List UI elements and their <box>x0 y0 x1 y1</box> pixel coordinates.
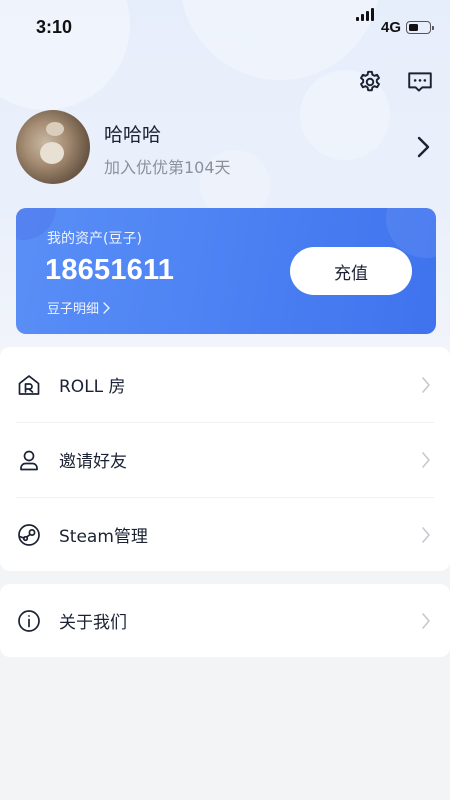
message-button[interactable] <box>403 65 437 99</box>
chevron-right-icon <box>422 451 430 468</box>
menu-label-invite-friends: 邀请好友 <box>59 452 127 472</box>
about-card: 关于我们 <box>0 584 450 657</box>
avatar[interactable] <box>16 110 90 184</box>
recharge-button[interactable]: 充值 <box>290 247 412 295</box>
menu-item-steam[interactable]: Steam管理 <box>0 497 450 572</box>
info-icon <box>16 608 42 634</box>
chevron-right-icon[interactable] <box>414 134 432 160</box>
settings-button[interactable] <box>353 65 387 99</box>
chevron-right-icon <box>422 612 430 629</box>
bean-detail-link[interactable]: 豆子明细 <box>47 298 110 317</box>
bean-detail-label: 豆子明细 <box>47 302 100 317</box>
asset-value: 18651611 <box>45 254 175 286</box>
status-bar: 3:10 4G <box>0 0 450 56</box>
join-days-text: 加入优优第104天 <box>104 158 231 177</box>
message-icon <box>408 72 432 92</box>
username: 哈哈哈 <box>104 124 162 146</box>
asset-label: 我的资产(豆子) <box>47 231 142 247</box>
roll-room-icon <box>16 372 42 398</box>
menu-item-invite-friends[interactable]: 邀请好友 <box>0 422 450 497</box>
gear-icon <box>360 70 380 92</box>
menu-label-roll-room: ROLL 房 <box>59 377 126 397</box>
steam-icon <box>16 522 42 548</box>
asset-card: 我的资产(豆子) 18651611 豆子明细 充值 <box>16 208 436 334</box>
profile-row[interactable]: 哈哈哈 加入优优第104天 <box>16 110 436 186</box>
menu-label-about-us: 关于我们 <box>59 613 127 633</box>
network-type: 4G <box>381 19 402 36</box>
user-icon <box>16 447 42 473</box>
chevron-right-icon <box>422 376 430 393</box>
status-time: 3:10 <box>36 17 73 37</box>
menu-list: ROLL 房 邀请好友 Steam管理 <box>0 347 450 571</box>
menu-item-about-us[interactable]: 关于我们 <box>0 584 450 657</box>
battery-icon <box>406 21 434 34</box>
chevron-right-icon <box>422 526 430 543</box>
chevron-right-icon <box>103 301 110 314</box>
menu-label-steam: Steam管理 <box>59 527 148 547</box>
menu-item-roll-room[interactable]: ROLL 房 <box>0 347 450 422</box>
